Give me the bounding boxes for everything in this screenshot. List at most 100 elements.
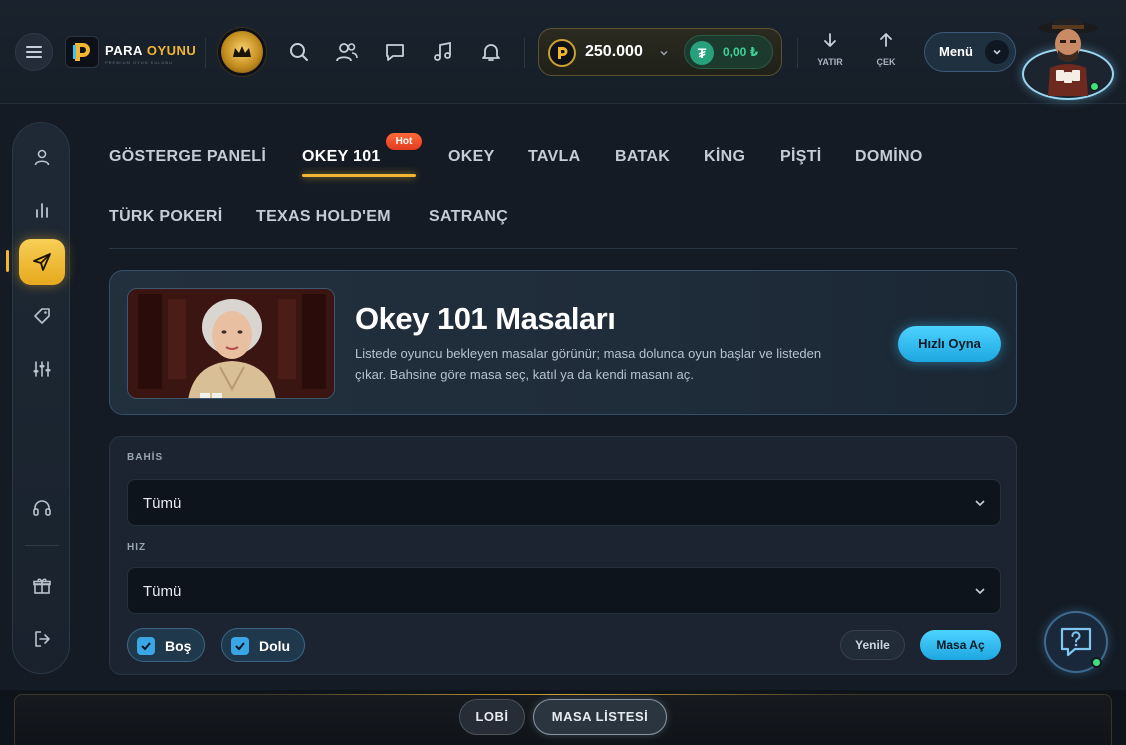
sidebar-item-support[interactable]: [29, 495, 55, 521]
refresh-button[interactable]: Yenile: [840, 630, 905, 660]
sliders-icon: [33, 361, 51, 377]
stats-icon: [36, 203, 48, 218]
tether-icon: ₮: [690, 41, 714, 65]
online-status-indicator: [1091, 657, 1102, 668]
withdraw-button[interactable]: ÇEK: [866, 32, 906, 67]
full-tables-checkbox[interactable]: Dolu: [221, 628, 305, 662]
chat-icon: [386, 44, 404, 61]
sidebar-item-tables[interactable]: [19, 239, 65, 285]
logo-mark[interactable]: [65, 36, 99, 68]
hero-title: Okey 101 Masaları: [355, 301, 616, 336]
sidebar-item-gifts[interactable]: [29, 573, 55, 599]
balance-amount: 250.000: [585, 43, 643, 60]
menu-label: Menü: [939, 44, 973, 59]
tab-satranc[interactable]: SATRANÇ: [429, 208, 508, 226]
empty-tables-checkbox[interactable]: Boş: [127, 628, 205, 662]
bell-icon: [482, 44, 500, 61]
tab-tavla[interactable]: TAVLA: [528, 148, 580, 166]
speed-filter-label: HIZ: [127, 542, 147, 553]
speed-select[interactable]: Tümü: [127, 567, 1001, 614]
sidebar-item-profile[interactable]: [29, 144, 55, 170]
gift-icon: [33, 578, 51, 594]
search-button[interactable]: [284, 37, 314, 67]
filter-panel: BAHİS Tümü HIZ Tümü Boş Dolu Yenile Masa…: [109, 436, 1017, 675]
bet-select-value: Tümü: [143, 495, 182, 512]
sidebar: [12, 122, 70, 674]
header-divider: [524, 38, 525, 68]
vip-crown-button[interactable]: [218, 28, 266, 76]
tab-pisti[interactable]: PİŞTİ: [780, 148, 822, 166]
bottom-nav-lobby[interactable]: LOBİ: [459, 699, 525, 735]
speed-select-value: Tümü: [143, 583, 182, 600]
music-icon: [434, 42, 451, 61]
header-divider: [205, 38, 206, 68]
hamburger-menu-button[interactable]: [15, 33, 53, 71]
quick-play-button[interactable]: Hızlı Oyna: [898, 326, 1001, 362]
tab-king[interactable]: KİNG: [704, 148, 745, 166]
logo-tagline: PREMIUM OYUN KULUBU: [105, 60, 173, 65]
deposit-label: YATIR: [817, 57, 843, 67]
hero-image: [127, 288, 335, 399]
deposit-button[interactable]: YATIR: [810, 32, 850, 67]
friends-button[interactable]: [332, 37, 362, 67]
chevron-down-icon: [974, 584, 986, 602]
tab-okey-101[interactable]: OKEY 101: [302, 148, 381, 166]
logo-word-para: PARA: [105, 43, 143, 58]
notifications-button[interactable]: [476, 37, 506, 67]
arrow-up-icon: [880, 33, 892, 47]
search-icon: [290, 43, 308, 61]
chevron-down-icon: [974, 496, 986, 514]
online-status-indicator: [1090, 82, 1099, 91]
sidebar-item-logout[interactable]: [29, 626, 55, 652]
arrow-down-icon: [824, 33, 836, 47]
user-icon: [34, 149, 50, 166]
header-divider: [797, 38, 798, 68]
checkmark-icon: [137, 637, 155, 655]
tab-texas-holdem[interactable]: TEXAS HOLD'EM: [256, 208, 391, 226]
tab-turk-pokeri[interactable]: TÜRK POKERİ: [109, 208, 223, 226]
menu-dropdown-button[interactable]: Menü: [924, 32, 1016, 72]
sidebar-item-promotions[interactable]: [29, 303, 55, 329]
usdt-amount: 0,00 ₺: [723, 45, 759, 59]
full-tables-label: Dolu: [259, 638, 291, 654]
sidebar-item-settings[interactable]: [29, 356, 55, 382]
crown-icon: [233, 46, 251, 57]
empty-tables-label: Boş: [165, 638, 192, 654]
hero-description: Listede oyuncu bekleyen masalar görünür;…: [355, 346, 822, 382]
bet-filter-label: BAHİS: [127, 452, 164, 463]
wallet-balance[interactable]: 250.000 ₮ 0,00 ₺: [538, 28, 782, 76]
create-table-button[interactable]: Masa Aç: [920, 630, 1001, 660]
bet-select[interactable]: Tümü: [127, 479, 1001, 526]
tab-domino[interactable]: DOMİNO: [855, 148, 923, 166]
sidebar-item-stats[interactable]: [29, 197, 55, 223]
checkmark-icon: [231, 637, 249, 655]
help-chat-icon: [1060, 627, 1092, 657]
hot-badge: Hot: [386, 133, 422, 150]
bottom-glow: [260, 694, 860, 695]
withdraw-label: ÇEK: [876, 57, 896, 67]
headset-icon: [33, 500, 51, 516]
tag-icon: [34, 308, 50, 324]
tab-dashboard[interactable]: GÖSTERGE PANELİ: [109, 148, 266, 166]
hero-banner: Okey 101 Masaları Listede oyuncu bekleye…: [109, 270, 1017, 415]
usdt-balance[interactable]: ₮ 0,00 ₺: [684, 35, 773, 69]
tabs-divider: [109, 248, 1017, 249]
sidebar-active-marker: [6, 250, 9, 272]
active-tab-indicator: [302, 174, 416, 177]
menu-icon: [26, 46, 42, 58]
tab-okey[interactable]: OKEY: [448, 148, 495, 166]
chevron-down-icon[interactable]: [659, 45, 669, 63]
users-icon: [336, 43, 358, 62]
send-icon: [33, 253, 51, 271]
logo-word-oyunu: OYUNU: [146, 43, 197, 58]
logout-icon: [35, 631, 50, 647]
chevron-down-icon: [985, 40, 1009, 64]
top-bar: PARA OYUNU PREMIUM OYUN KULUBU 250.000 ₮ …: [0, 0, 1126, 104]
music-button[interactable]: [428, 37, 458, 67]
coin-icon: [548, 39, 576, 67]
bottom-nav-table-list[interactable]: MASA LİSTESİ: [533, 699, 667, 735]
messages-button[interactable]: [380, 37, 410, 67]
sidebar-divider: [25, 545, 59, 546]
tab-batak[interactable]: BATAK: [615, 148, 670, 166]
logo-wordmark[interactable]: PARA OYUNU: [105, 43, 196, 58]
